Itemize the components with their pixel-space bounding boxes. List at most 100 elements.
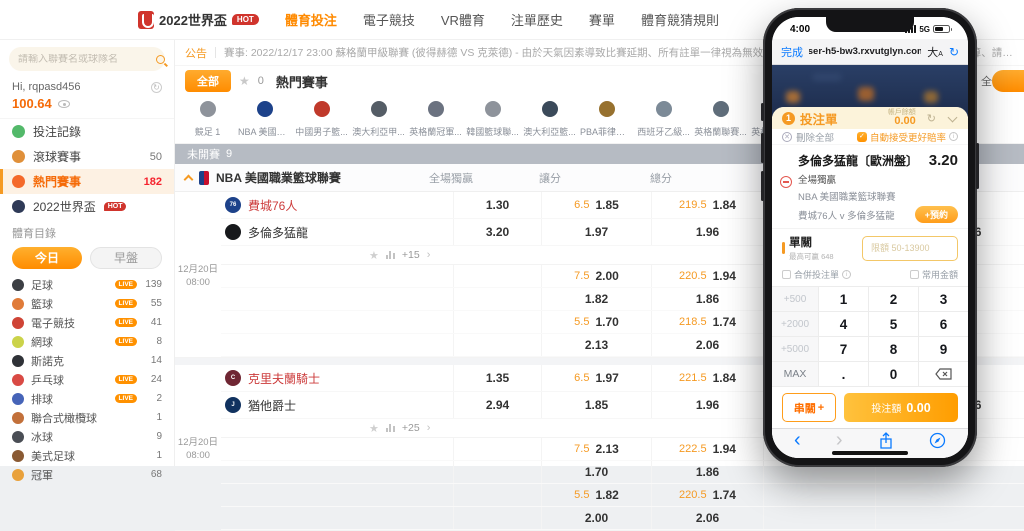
odds-cell[interactable]: 6.51.85 xyxy=(541,192,651,218)
today-button[interactable]: 今日 xyxy=(12,247,82,269)
all-button[interactable]: 全部 xyxy=(185,70,231,92)
league-tab[interactable]: 西班牙乙級... xyxy=(635,98,692,143)
nav-item[interactable]: 體育競猜規則 xyxy=(641,10,719,29)
league-tab[interactable]: NBA 美國職... xyxy=(236,98,293,143)
odds-cell[interactable]: 220.51.94 xyxy=(651,265,763,287)
odds-cell[interactable]: 1.82 xyxy=(541,288,651,310)
home-indicator[interactable] xyxy=(832,451,908,455)
place-bet-button[interactable]: 投注額 0.00 xyxy=(844,393,958,422)
odds-cell[interactable]: 1.96 xyxy=(651,219,763,245)
odds-cell[interactable]: 222.51.94 xyxy=(651,438,763,460)
league-tab[interactable]: 澳大利亞籃... xyxy=(521,98,578,143)
delete-all-label[interactable]: 刪除全部 xyxy=(796,130,834,144)
sport-item[interactable]: 網球LIVE8 xyxy=(0,332,174,351)
odds-cell[interactable]: 221.51.84 xyxy=(651,365,763,391)
odds-cell[interactable]: 1.86 xyxy=(651,288,763,310)
keypad-key[interactable]: 9 xyxy=(919,337,968,361)
sidebar-item[interactable]: 2022世界盃HOT xyxy=(0,194,174,219)
auto-accept-toggle[interactable]: ✓ 自動接受更好賠率 i xyxy=(857,130,958,144)
moneyline-cell[interactable]: 1.35 xyxy=(453,365,541,391)
keypad-key[interactable]: . xyxy=(819,362,868,386)
chevron-down-icon[interactable] xyxy=(948,112,958,122)
keypad-key[interactable]: 0 xyxy=(869,362,918,386)
stake-input[interactable]: 限額 50-13900 xyxy=(862,236,958,261)
team-cell[interactable]: 多倫多猛龍 xyxy=(221,219,453,245)
odds-cell[interactable]: 1.96 xyxy=(651,392,763,418)
nav-item[interactable]: 體育投注 xyxy=(285,10,337,29)
remove-selection-icon[interactable] xyxy=(780,176,792,188)
odds-cell[interactable]: 6.51.97 xyxy=(541,365,651,391)
keypad-key[interactable]: 7 xyxy=(819,337,868,361)
bet-slip-header[interactable]: 1 投注單 帳戶餘額 0.00 ↻ xyxy=(772,107,968,129)
sidebar-item[interactable]: 熱門賽事182 xyxy=(0,169,174,194)
league-tab[interactable]: 競足 1 xyxy=(179,98,236,143)
search-icon[interactable] xyxy=(156,55,165,64)
league-tab[interactable]: PBA菲律賓甲... xyxy=(578,98,635,143)
sport-item[interactable]: 電子競技LIVE41 xyxy=(0,313,174,332)
quick-amount-key[interactable]: +5000 xyxy=(772,337,818,361)
keypad-key[interactable]: 8 xyxy=(869,337,918,361)
nav-item[interactable]: VR體育 xyxy=(441,10,485,29)
keypad-key[interactable]: 4 xyxy=(819,312,868,336)
quick-amount-key[interactable]: +500 xyxy=(772,287,818,311)
odds-cell[interactable]: 218.51.74 xyxy=(651,311,763,333)
odds-cell[interactable]: 2.00 xyxy=(541,507,651,529)
favorite-star-icon[interactable]: ★ xyxy=(369,249,379,262)
partially-hidden-button[interactable] xyxy=(992,70,1024,92)
odds-cell[interactable]: 1.85 xyxy=(541,392,651,418)
league-tab[interactable]: 英格蘭冠軍... xyxy=(407,98,464,143)
collapse-icon[interactable] xyxy=(184,174,194,184)
common-amount-checkbox[interactable] xyxy=(910,270,919,279)
odds-cell[interactable]: 220.51.74 xyxy=(651,484,763,506)
keypad-key[interactable]: 1 xyxy=(819,287,868,311)
quick-amount-key[interactable]: MAX xyxy=(772,362,818,386)
forward-button[interactable]: › xyxy=(836,429,843,452)
sport-item[interactable]: 美式足球1 xyxy=(0,446,174,465)
reload-icon[interactable]: ↻ xyxy=(949,45,959,59)
moneyline-cell[interactable]: 3.20 xyxy=(453,219,541,245)
sport-item[interactable]: 冠軍68 xyxy=(0,465,174,484)
odds-cell[interactable]: 1.97 xyxy=(541,219,651,245)
odds-cell[interactable]: 2.13 xyxy=(541,334,651,356)
sport-item[interactable]: 排球LIVE2 xyxy=(0,389,174,408)
text-size-button[interactable]: 大A xyxy=(927,44,943,60)
odds-cell[interactable]: 1.86 xyxy=(651,461,763,483)
league-tab[interactable]: 韓國籃球聯... xyxy=(464,98,521,143)
league-tab[interactable]: 英格蘭聯賽... xyxy=(692,98,749,143)
compass-icon[interactable] xyxy=(929,432,946,449)
league-tab[interactable]: 中國男子籃... xyxy=(293,98,350,143)
odds-cell[interactable]: 5.51.70 xyxy=(541,311,651,333)
favorite-star-icon[interactable]: ★ xyxy=(369,422,379,435)
odds-cell[interactable]: 2.06 xyxy=(651,334,763,356)
done-button[interactable]: 完成 xyxy=(781,44,803,60)
sport-item[interactable]: 聯合式橄欖球1 xyxy=(0,408,174,427)
team-cell[interactable]: 76費城76人 xyxy=(221,192,453,218)
odds-cell[interactable]: 7.52.13 xyxy=(541,438,651,460)
merge-checkbox[interactable] xyxy=(782,270,791,279)
keypad-key[interactable]: 3 xyxy=(919,287,968,311)
nav-item[interactable]: 電子競技 xyxy=(363,10,415,29)
moneyline-cell[interactable]: 1.30 xyxy=(453,192,541,218)
keypad-key[interactable]: 2 xyxy=(869,287,918,311)
delete-all-icon[interactable]: ✕ xyxy=(782,132,792,142)
team-cell[interactable]: J猶他爵士 xyxy=(221,392,453,418)
keypad-key[interactable]: 5 xyxy=(869,312,918,336)
keypad-key[interactable]: 6 xyxy=(919,312,968,336)
share-icon[interactable] xyxy=(878,432,894,450)
quick-amount-key[interactable]: +2000 xyxy=(772,312,818,336)
nav-item[interactable]: 賽單 xyxy=(589,10,615,29)
sport-item[interactable]: 乒乓球LIVE24 xyxy=(0,370,174,389)
odds-cell[interactable]: 5.51.82 xyxy=(541,484,651,506)
sidebar-item[interactable]: 投注記錄 xyxy=(0,119,174,144)
moneyline-cell[interactable]: 2.94 xyxy=(453,392,541,418)
odds-cell[interactable]: 1.70 xyxy=(541,461,651,483)
sport-item[interactable]: 斯諾克14 xyxy=(0,351,174,370)
backspace-icon[interactable] xyxy=(919,362,968,386)
sport-item[interactable]: 足球LIVE139 xyxy=(0,275,174,294)
back-button[interactable]: ‹ xyxy=(794,429,801,452)
sidebar-item[interactable]: 滾球賽事50 xyxy=(0,144,174,169)
search-input[interactable] xyxy=(18,54,150,65)
refresh-icon[interactable]: ↻ xyxy=(151,82,162,93)
odds-cell[interactable]: 7.52.00 xyxy=(541,265,651,287)
eye-icon[interactable] xyxy=(58,100,70,108)
